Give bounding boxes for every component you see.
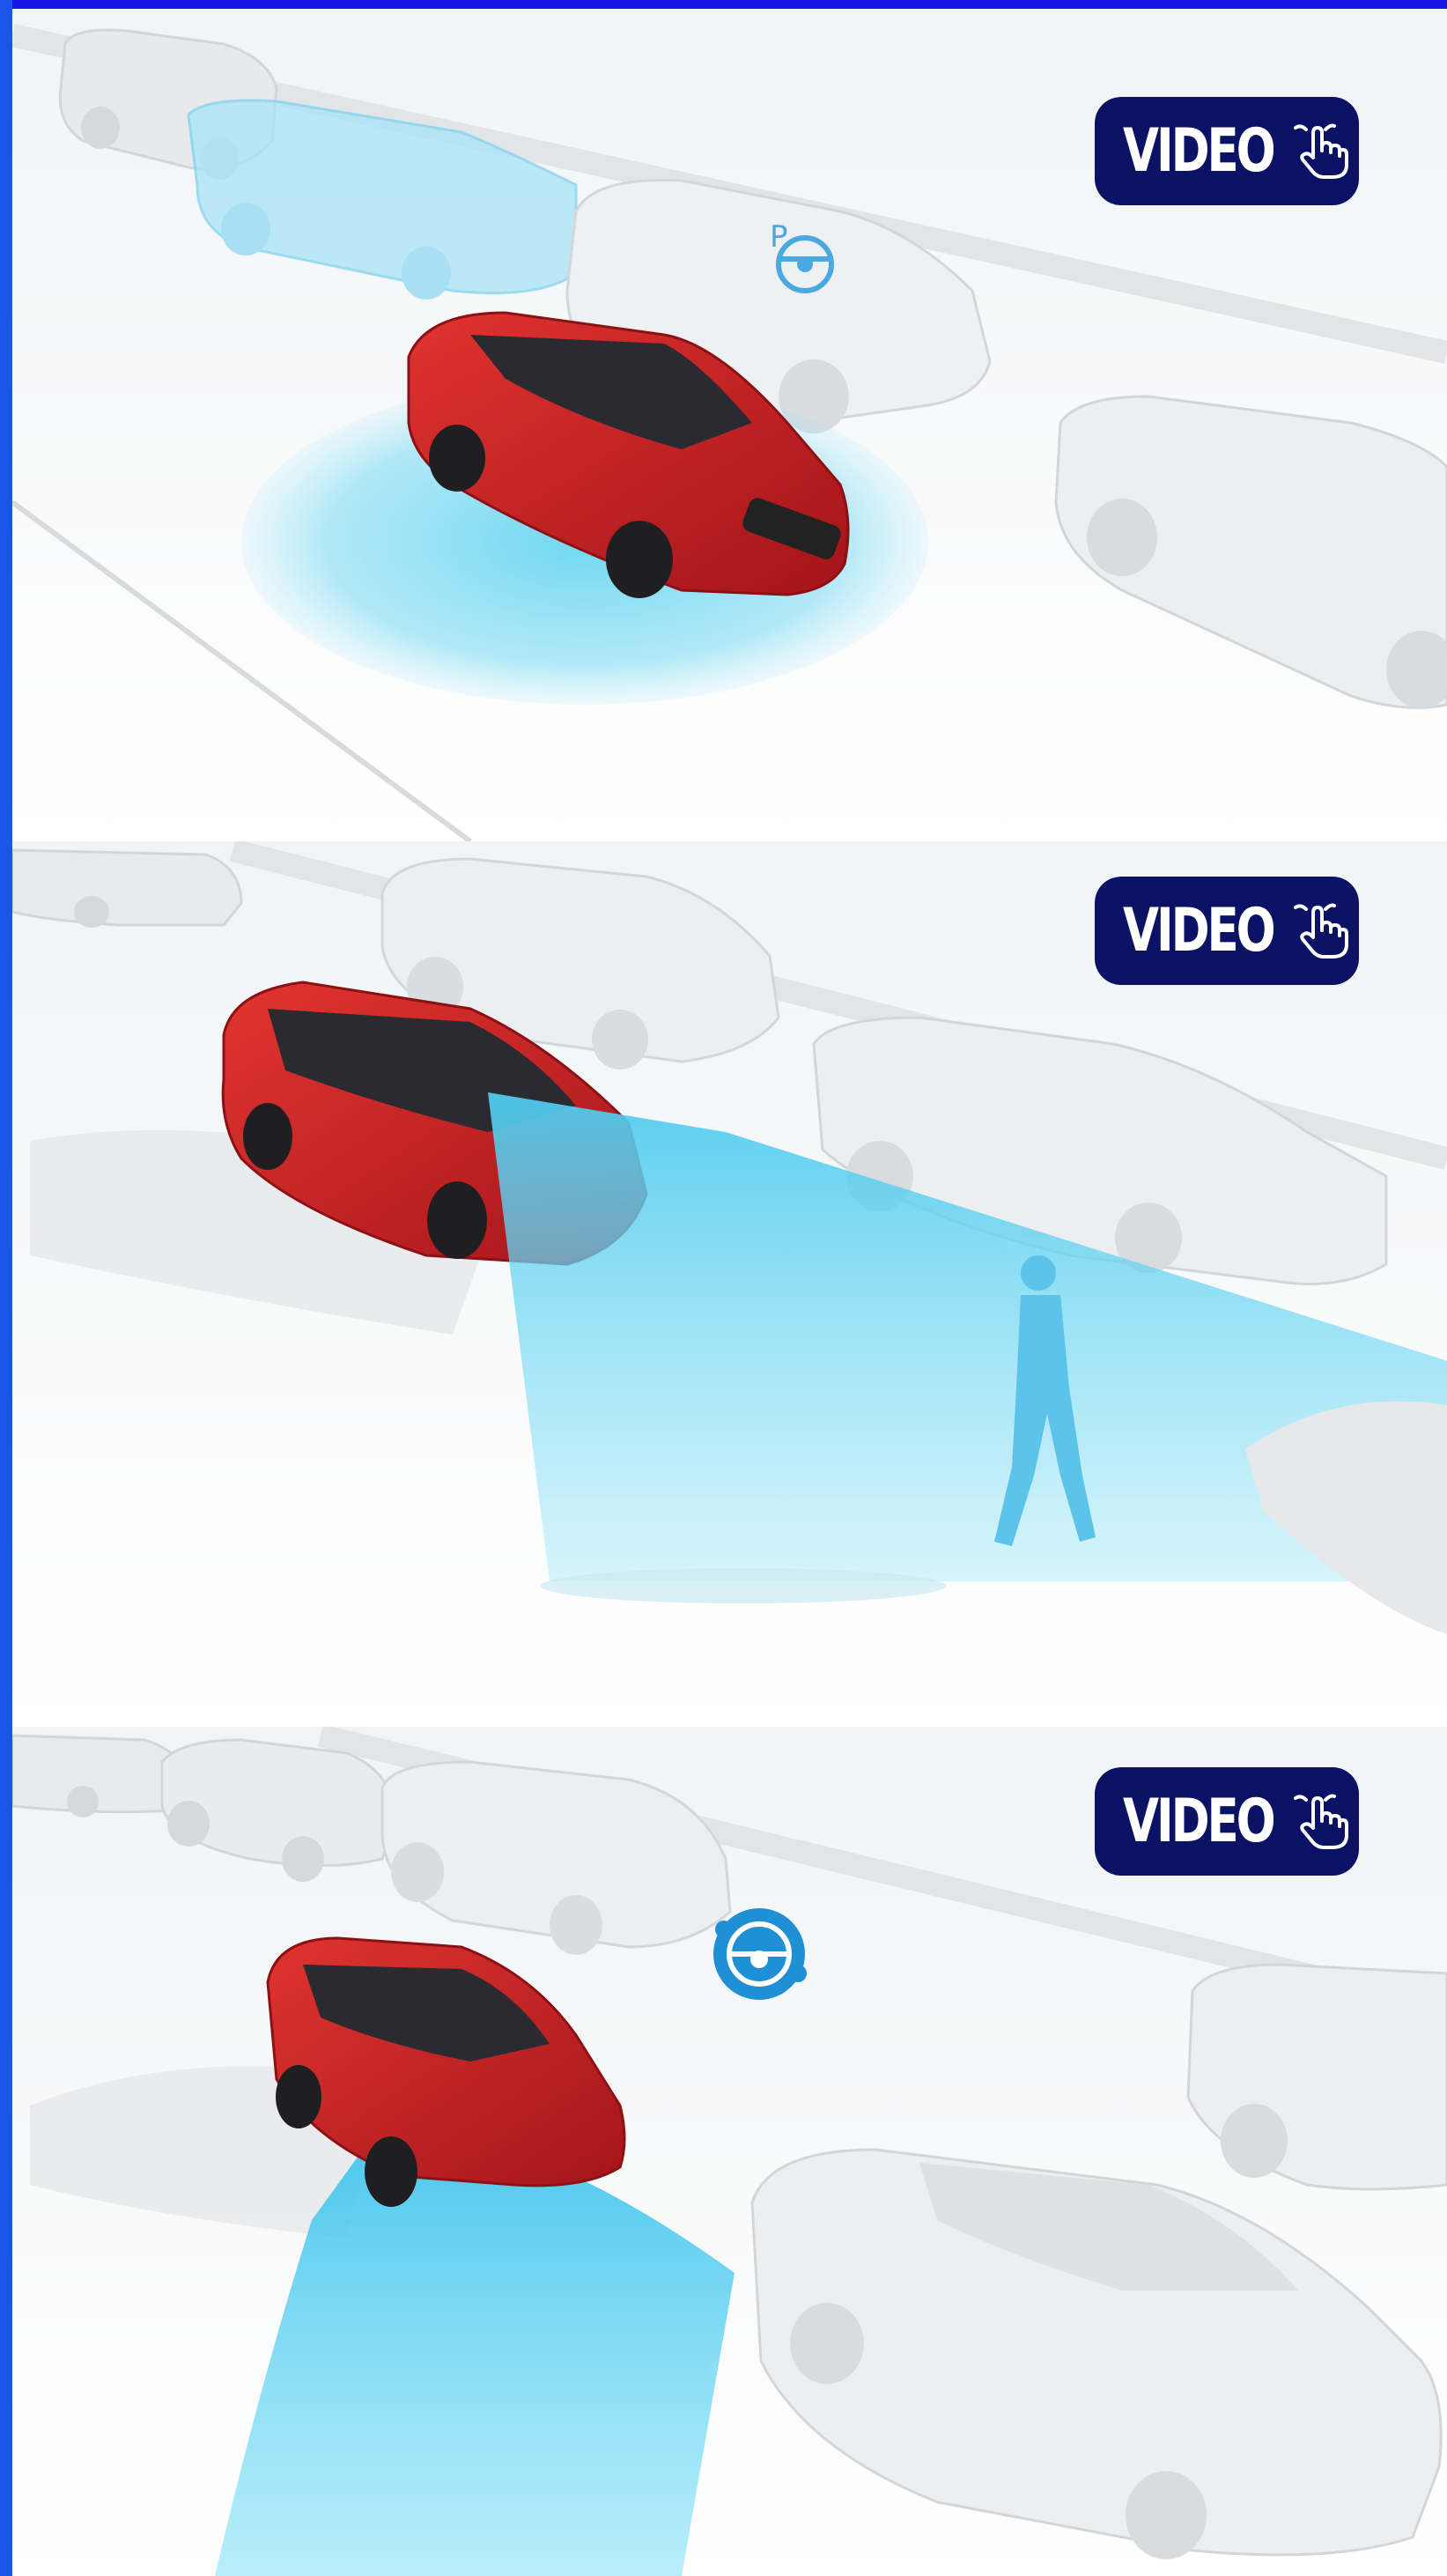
steering-wheel-icon bbox=[713, 1908, 807, 2000]
parked-van-right bbox=[1186, 1963, 1447, 2191]
parked-sedan-right bbox=[1054, 395, 1447, 709]
parked-car-far bbox=[12, 1734, 186, 1817]
video-button-label: VIDEO bbox=[1122, 895, 1276, 966]
scene-panel-park-exit: VIDEO bbox=[12, 1727, 1447, 2576]
pointing-hand-icon bbox=[1294, 1794, 1349, 1849]
video-button-label: VIDEO bbox=[1122, 1786, 1276, 1856]
video-button-parking-assist[interactable]: VIDEO bbox=[1095, 97, 1359, 205]
target-parking-spot-car bbox=[187, 99, 578, 300]
video-button-label: VIDEO bbox=[1122, 115, 1276, 186]
video-button-park-exit[interactable]: VIDEO bbox=[1095, 1767, 1359, 1876]
parked-suv bbox=[380, 1760, 732, 1955]
parked-car-far bbox=[12, 848, 243, 928]
pointing-hand-icon bbox=[1294, 123, 1349, 179]
scene-panel-parking-assist: P VIDEO bbox=[12, 9, 1447, 841]
top-accent-bar bbox=[0, 0, 1447, 9]
pointing-hand-icon bbox=[1294, 903, 1349, 959]
scene-panel-pedestrian-detection: VIDEO bbox=[12, 841, 1447, 1727]
left-accent-bar bbox=[0, 0, 12, 2576]
parked-car-middle bbox=[160, 1738, 397, 1882]
video-button-pedestrian-detection[interactable]: VIDEO bbox=[1095, 877, 1359, 985]
parked-sedan-foreground bbox=[750, 2148, 1443, 2559]
